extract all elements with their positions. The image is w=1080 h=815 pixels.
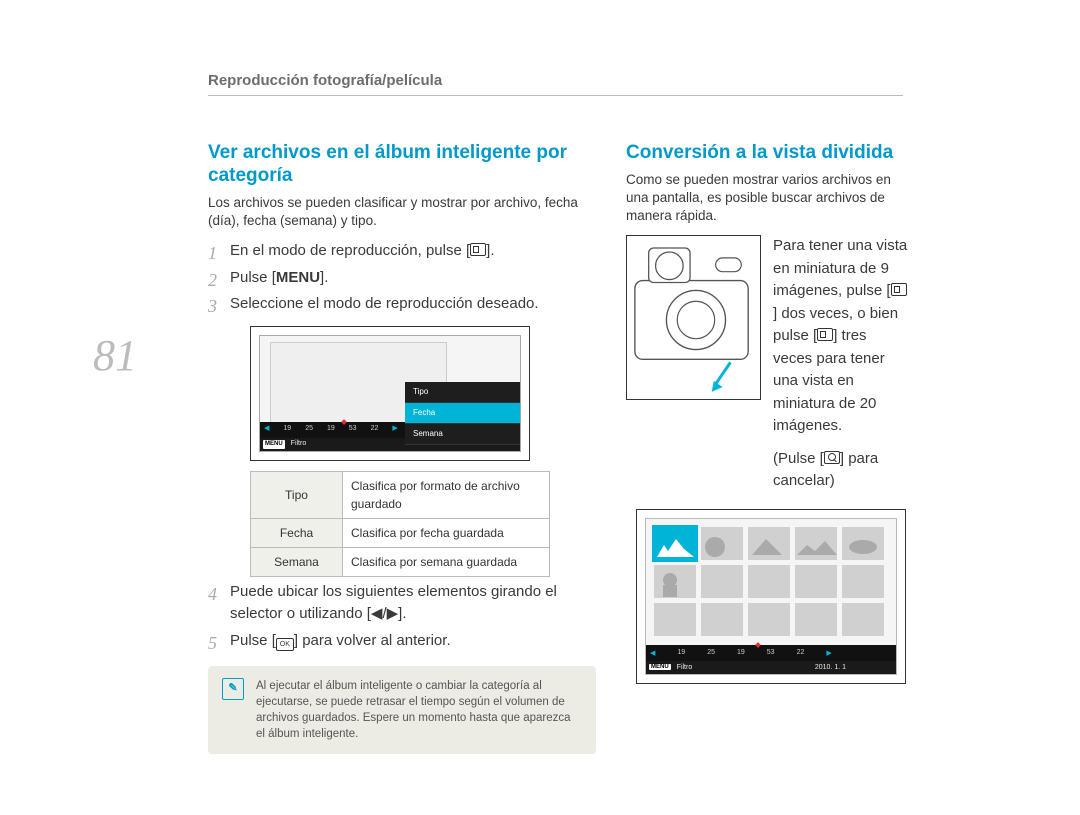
dropdown-semana: Semana [405,424,520,445]
filter-dropdown: Tipo Fecha Semana [405,382,520,445]
step-3-text: Seleccione el modo de reproducción desea… [230,295,539,312]
thumb-15 [842,603,884,636]
right-heading: Conversión a la vista dividida [626,142,908,165]
cell-val: Clasifica por semana guardada [343,547,550,576]
cancel-a: (Pulse [ [773,450,824,467]
step-4: Puede ubicar los siguientes elementos gi… [208,581,596,626]
step-1: En el modo de reproducción, pulse []. [208,240,596,263]
menu-label: MENU [276,269,320,286]
thumbnail-icon [817,328,833,341]
thumbnail-icon [891,283,907,296]
strip-n4: 53 [767,649,775,656]
note-text: Al ejecutar el álbum inteligente o cambi… [256,678,582,742]
cell-key: Tipo [251,471,343,518]
cell-val: Clasifica por formato de archivo guardad… [343,471,550,518]
arrow-left-icon: ◀ [264,424,269,435]
strip-n1: 19 [677,649,685,656]
strip-n5: 22 [371,424,379,435]
thumb-6 [654,565,696,598]
strip-n3: 19 [737,649,745,656]
strip-n1: 19 [283,424,291,435]
section-header: Reproducción fotografía/película [208,72,903,96]
strip-n2: 25 [305,424,313,435]
thumb-9 [795,565,837,598]
lcd2-menu-btn: MENU [649,664,671,670]
thumb-11 [654,603,696,636]
table-row: Tipo Clasifica por formato de archivo gu… [251,471,550,518]
strip-n3: 19 [327,424,335,435]
steps-list: En el modo de reproducción, pulse []. Pu… [208,240,596,652]
arrows-label: ◀/▶ [371,605,398,622]
thumb-13 [748,603,790,636]
thumb-2 [701,527,743,560]
note-icon: ✎ [222,678,244,700]
cell-val: Clasifica por fecha guardada [343,518,550,547]
lcd-preview-1: Tipo Fecha Semana ◀ 19 25 19 53 22 [250,326,530,461]
left-intro: Los archivos se pueden clasificar y most… [208,194,596,230]
thumb-3 [748,527,790,560]
right-desc: Para tener una vista en miniatura de 9 i… [773,235,908,493]
thumbnail-grid [654,527,884,636]
magnifier-icon [824,451,840,464]
thumb-8 [748,565,790,598]
arrow-right-icon: ▶ [392,424,397,435]
strip-n4: 53 [349,424,357,435]
lcd2-strip: ◀ 19 25 19 53 22 ▶ [646,645,896,661]
lcd-filtro-label: Filtro [291,439,307,450]
thumb-5 [842,527,884,560]
cell-key: Semana [251,547,343,576]
step-5-text-a: Pulse [ [230,632,276,649]
step-3: Seleccione el modo de reproducción desea… [208,293,596,577]
strip-n2: 25 [707,649,715,656]
filter-table: Tipo Clasifica por formato de archivo gu… [250,471,550,577]
dropdown-tipo: Tipo [405,382,520,403]
step-2: Pulse [MENU]. [208,267,596,290]
step-5-text-b: ] para volver al anterior. [294,632,451,649]
step-4-text-b: ]. [398,605,406,622]
step-1-text-b: ]. [486,242,494,259]
thumb-14 [795,603,837,636]
right-intro: Como se pueden mostrar varios archivos e… [626,171,908,226]
lcd2-bottom-bar: MENU Filtro 2010. 1. 1 [646,661,896,674]
thumb-4 [795,527,837,560]
thumb-10 [842,565,884,598]
thumb-7 [701,565,743,598]
step-1-text-a: En el modo de reproducción, pulse [ [230,242,470,259]
lcd2-filtro-label: Filtro [677,664,693,671]
camera-illustration [626,235,761,400]
left-heading: Ver archivos en el álbum inteligente por… [208,142,596,188]
desc-a: Para tener una vista en miniatura de 9 i… [773,237,907,299]
thumb-12 [701,603,743,636]
arrow-right-icon: ▶ [826,649,831,657]
step-2-text-a: Pulse [ [230,269,276,286]
lcd-menu-btn: MENU [263,440,285,449]
left-column: Ver archivos en el álbum inteligente por… [208,120,596,754]
cell-key: Fecha [251,518,343,547]
lcd-preview-2: ◀ 19 25 19 53 22 ▶ MENU Filtro 2010. 1. … [636,509,906,684]
note-box: ✎ Al ejecutar el álbum inteligente o cam… [208,666,596,754]
table-row: Fecha Clasifica por fecha guardada [251,518,550,547]
table-row: Semana Clasifica por semana guardada [251,547,550,576]
strip-n5: 22 [797,649,805,656]
thumbnail-icon [470,243,486,256]
dropdown-fecha: Fecha [405,403,520,424]
right-column: Conversión a la vista dividida Como se p… [626,120,908,754]
ok-button-icon: OK [276,638,294,651]
thumb-1-selected [654,527,696,560]
step-2-text-b: ]. [320,269,328,286]
strip-marker-icon [755,642,761,648]
lcd2-date: 2010. 1. 1 [815,664,846,671]
page-number: 81 [93,330,137,381]
step-5: Pulse [OK] para volver al anterior. [208,630,596,653]
arrow-left-icon: ◀ [650,649,655,657]
